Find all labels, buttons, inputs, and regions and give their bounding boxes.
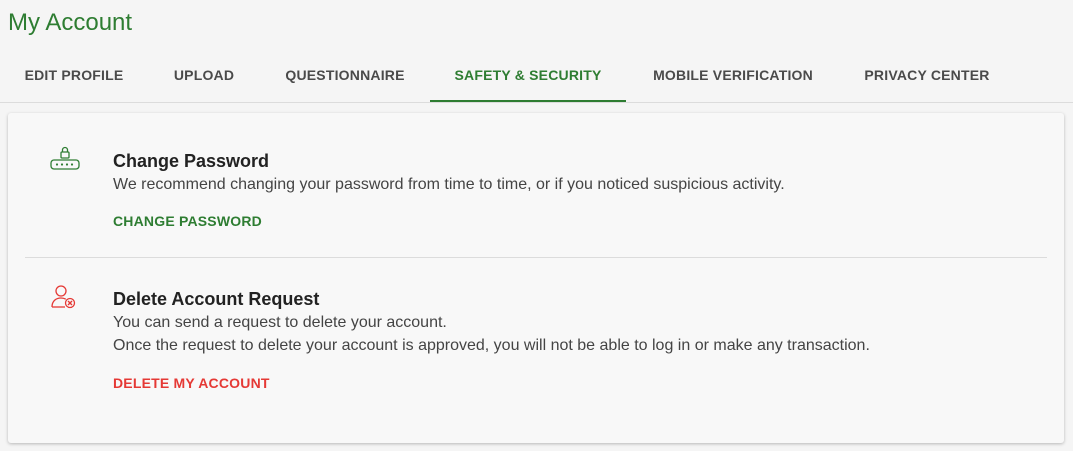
page-title: My Account (8, 9, 133, 36)
tab-safety-security[interactable]: SAFETY & SECURITY (430, 52, 626, 102)
change-password-section: Change Password We recommend changing yo… (8, 113, 1064, 257)
password-lock-icon (48, 145, 82, 175)
my-account-page: My Account EDIT PROFILE UPLOAD QUESTIONN… (0, 0, 1073, 451)
delete-account-description-line1: You can send a request to delete your ac… (113, 314, 447, 331)
delete-user-icon (48, 283, 82, 313)
change-password-description: We recommend changing your password from… (113, 176, 785, 193)
delete-account-section: Delete Account Request You can send a re… (8, 258, 1064, 443)
delete-account-button[interactable]: DELETE MY ACCOUNT (113, 374, 270, 392)
delete-account-title: Delete Account Request (113, 289, 320, 309)
change-password-title: Change Password (113, 151, 270, 171)
tab-upload[interactable]: UPLOAD (160, 52, 248, 100)
change-password-button[interactable]: CHANGE PASSWORD (113, 212, 262, 230)
security-card: Change Password We recommend changing yo… (8, 113, 1064, 443)
tab-mobile-verification[interactable]: MOBILE VERIFICATION (640, 52, 826, 100)
tab-questionnaire[interactable]: QUESTIONNAIRE (270, 52, 420, 100)
tab-bar: EDIT PROFILE UPLOAD QUESTIONNAIRE SAFETY… (0, 52, 1073, 103)
delete-account-description-line2: Once the request to delete your account … (113, 337, 870, 354)
tab-privacy-center[interactable]: PRIVACY CENTER (850, 52, 1004, 100)
tab-edit-profile[interactable]: EDIT PROFILE (10, 52, 138, 100)
